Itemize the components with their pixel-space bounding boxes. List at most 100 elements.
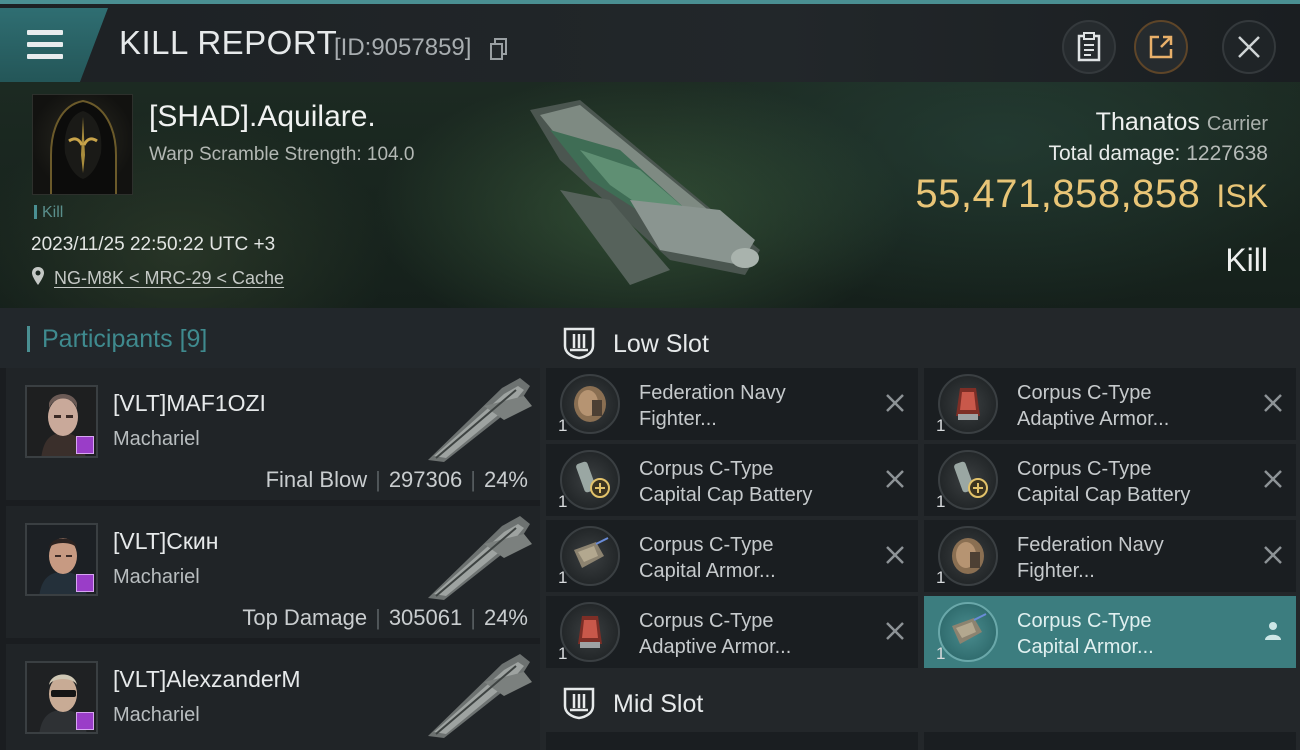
participant-name[interactable]: [VLT]Скин	[113, 528, 218, 555]
module-quantity: 1	[558, 644, 568, 663]
armor-repairer-icon	[560, 526, 620, 586]
machariel-ship-image	[428, 378, 532, 462]
participants-title: Participants [9]	[27, 326, 207, 352]
machariel-ship-image	[428, 516, 532, 600]
close-button[interactable]	[1222, 20, 1276, 74]
menu-button[interactable]	[0, 8, 108, 82]
low-slot-label: Low Slot	[613, 330, 709, 358]
corp-badge-icon	[76, 436, 94, 454]
participant-ship: Machariel	[113, 428, 200, 450]
cap-battery-icon	[938, 450, 998, 510]
victim-portrait[interactable]	[32, 94, 133, 195]
module-name-line2: Capital Armor...	[639, 560, 776, 582]
module-name-line2: Fighter...	[1017, 560, 1095, 582]
participant-damage: 305061	[388, 605, 463, 630]
module-name: Corpus C-Type Capital Armor...	[1017, 608, 1154, 660]
module-quantity: 1	[936, 416, 946, 435]
module-name-line1: Corpus C-Type	[639, 534, 774, 556]
victim-ship[interactable]: Thanatos	[1096, 108, 1200, 136]
share-icon	[1149, 35, 1173, 59]
participants-header: Participants [9]	[0, 308, 540, 368]
module-name: Federation Navy Fighter...	[1017, 532, 1164, 584]
location-link[interactable]: NG-M8K < MRC-29 < Cache	[54, 268, 284, 289]
isk-value: 55,471,858,858	[915, 172, 1201, 216]
participants-panel: Participants [9] [VLT]MAF1OZI Machariel …	[0, 308, 540, 750]
participant-name[interactable]: [VLT]MAF1OZI	[113, 390, 266, 417]
module-quantity: 1	[936, 568, 946, 587]
module-name-line1: Corpus C-Type	[639, 458, 774, 480]
module-name-line1: Corpus C-Type	[1017, 458, 1152, 480]
mid-slot-header[interactable]: Mid Slot	[546, 672, 1300, 732]
module-item[interactable]: 1 Corpus C-Type Adaptive Armor...	[546, 596, 918, 668]
destroyed-x-icon	[1264, 470, 1282, 488]
participant-stats: Final Blow | 297306 | 24%	[266, 467, 528, 493]
page-title: KILL REPORT	[119, 24, 338, 61]
participant-avatar[interactable]	[25, 523, 98, 596]
destroyed-x-icon	[1264, 394, 1282, 412]
participant-damage: 297306	[388, 467, 463, 492]
total-damage-value: 1227638	[1186, 142, 1268, 165]
participant-ship: Machariel	[113, 704, 200, 726]
victim-name[interactable]: [SHAD].Aquilare.	[149, 100, 376, 134]
module-item[interactable]: 1 Corpus C-Type Adaptive Armor...	[924, 368, 1296, 440]
participant-row[interactable]: [VLT]AlexzanderM Machariel	[6, 644, 540, 750]
warp-scramble-strength: Warp Scramble Strength: 104.0	[149, 144, 415, 165]
armor-repairer-icon	[938, 602, 998, 662]
copy-icon[interactable]	[490, 38, 508, 60]
isk-unit: ISK	[1216, 178, 1268, 214]
report-id: [ID:9057859]	[334, 34, 472, 61]
module-name-line1: Corpus C-Type	[1017, 382, 1152, 404]
module-item[interactable]	[924, 732, 1296, 750]
participant-stats: Top Damage | 305061 | 24%	[242, 605, 528, 631]
close-icon	[1238, 36, 1260, 58]
total-damage-line: Total damage: 1227638	[1048, 142, 1268, 166]
adaptive-armor-icon	[560, 602, 620, 662]
low-slot-header[interactable]: Low Slot	[546, 312, 1300, 372]
participant-avatar[interactable]	[25, 661, 98, 734]
destroyed-x-icon	[886, 394, 904, 412]
location-pin-icon	[32, 267, 44, 285]
destroyed-x-icon	[886, 622, 904, 640]
module-item[interactable]: 1 Federation Navy Fighter...	[546, 368, 918, 440]
module-name: Corpus C-Type Adaptive Armor...	[639, 608, 791, 660]
share-button[interactable]	[1134, 20, 1188, 74]
hooded-figure-image	[50, 99, 117, 194]
corp-badge-icon	[76, 574, 94, 592]
destroyed-x-icon	[886, 546, 904, 564]
hamburger-icon	[27, 30, 63, 60]
participant-percent: 24%	[483, 467, 528, 492]
module-name-line2: Capital Cap Battery	[639, 484, 813, 506]
mid-slot-label: Mid Slot	[613, 690, 704, 718]
module-name-line2: Adaptive Armor...	[1017, 408, 1170, 430]
participant-row[interactable]: [VLT]Скин Machariel Top Damage | 305061 | 24…	[6, 506, 540, 638]
module-item-dropped[interactable]: 1 Corpus C-Type Capital Armor...	[924, 596, 1296, 668]
module-name: Federation Navy Fighter...	[639, 380, 786, 432]
module-name-line2: Capital Cap Battery	[1017, 484, 1191, 506]
module-item[interactable]: 1 Corpus C-Type Capital Cap Battery	[924, 444, 1296, 516]
low-slot-icon	[563, 327, 595, 360]
clipboard-button[interactable]	[1062, 20, 1116, 74]
victim-summary: [SHAD].Aquilare. Warp Scramble Strength:…	[0, 82, 1300, 308]
divider: |	[375, 605, 381, 630]
module-name: Corpus C-Type Adaptive Armor...	[1017, 380, 1169, 432]
module-name: Corpus C-Type Capital Armor...	[639, 532, 776, 584]
ship-class: Carrier	[1206, 113, 1268, 135]
cap-battery-icon	[560, 450, 620, 510]
module-name: Corpus C-Type Capital Cap Battery	[639, 456, 812, 508]
module-quantity: 1	[558, 416, 568, 435]
participant-avatar[interactable]	[25, 385, 98, 458]
destroyed-x-icon	[1264, 546, 1282, 564]
module-item[interactable]: 1 Corpus C-Type Capital Armor...	[546, 520, 918, 592]
module-item[interactable]: 1 Corpus C-Type Capital Cap Battery	[546, 444, 918, 516]
module-item[interactable]: 1 Federation Navy Fighter...	[924, 520, 1296, 592]
module-name-line2: Capital Armor...	[1017, 636, 1154, 658]
module-name-line1: Corpus C-Type	[1017, 610, 1152, 632]
participant-ship: Machariel	[113, 566, 200, 588]
participant-name[interactable]: [VLT]AlexzanderM	[113, 666, 300, 693]
participants-label: Participants	[42, 325, 173, 353]
module-item[interactable]	[546, 732, 918, 750]
fighter-module-icon	[560, 374, 620, 434]
fitting-panel: Low Slot 1 Federation Navy Fighter... 1 C…	[540, 308, 1300, 750]
isk-value-line: 55,471,858,858 ISK	[915, 172, 1268, 217]
participant-row[interactable]: [VLT]MAF1OZI Machariel Final Blow | 297306…	[6, 368, 540, 500]
